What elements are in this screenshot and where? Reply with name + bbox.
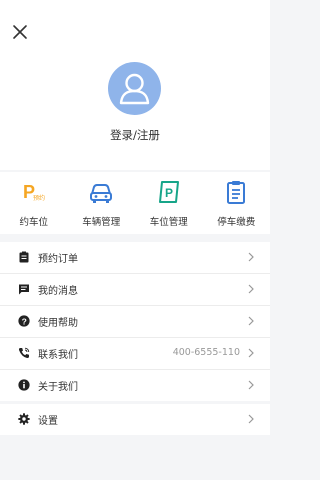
menu-item-label: 我的消息 — [38, 286, 78, 297]
help-icon: ? — [18, 315, 30, 327]
parking-space-icon: P — [158, 181, 179, 203]
close-icon[interactable] — [10, 22, 30, 42]
chevron-right-icon — [248, 316, 254, 326]
user-icon — [119, 73, 150, 105]
gear-icon — [18, 413, 30, 425]
menu-item-contact-us[interactable]: 联系我们 400-6555-110 — [0, 338, 270, 370]
menu-item-label: 预约订单 — [38, 254, 78, 265]
login-register-link[interactable]: 登录/注册 — [0, 127, 270, 143]
clipboard-icon — [19, 251, 29, 263]
quick-action-reserve-spot[interactable]: P 预约 约车位 — [0, 172, 68, 234]
chevron-right-icon — [248, 348, 254, 358]
settings-label: 设置 — [38, 416, 58, 427]
svg-text:?: ? — [22, 316, 27, 326]
info-icon — [18, 379, 30, 391]
quick-actions: P 预约 约车位 车辆管理 P 车位管理 停车缴费 — [0, 172, 270, 234]
chevron-right-icon — [248, 380, 254, 390]
menu-item-reservation-orders[interactable]: 预约订单 — [0, 242, 270, 274]
quick-action-label: 车辆管理 — [82, 217, 121, 228]
clipboard-icon — [227, 181, 246, 204]
menu-item-about-us[interactable]: 关于我们 — [0, 370, 270, 401]
quick-action-vehicle-management[interactable]: 车辆管理 — [68, 172, 136, 234]
quick-action-label: 车位管理 — [149, 217, 188, 228]
menu-item-label: 使用帮助 — [38, 318, 78, 329]
contact-phone-number: 400-6555-110 — [172, 347, 240, 358]
message-icon — [19, 284, 29, 295]
quick-action-label: 停车缴费 — [217, 217, 256, 228]
quick-action-parking-payment[interactable]: 停车缴费 — [203, 172, 271, 234]
car-icon — [90, 184, 113, 203]
chevron-right-icon — [248, 252, 254, 262]
chevron-right-icon — [248, 414, 254, 424]
parking-reserve-icon: P 预约 — [23, 182, 45, 202]
menu-item-label: 联系我们 — [38, 350, 78, 361]
profile-header: 登录/注册 — [0, 0, 270, 170]
avatar[interactable] — [108, 62, 161, 115]
svg-text:P: P — [165, 186, 173, 200]
phone-icon — [18, 347, 30, 359]
quick-action-label: 约车位 — [19, 217, 48, 228]
chevron-right-icon — [248, 284, 254, 294]
menu-item-settings[interactable]: 设置 — [0, 404, 270, 435]
menu-item-help[interactable]: ? 使用帮助 — [0, 306, 270, 338]
menu-list: 预约订单 我的消息 ? 使用帮助 联系我们 400-6555-110 关于我们 — [0, 242, 270, 401]
menu-item-label: 关于我们 — [38, 382, 78, 393]
menu-item-my-messages[interactable]: 我的消息 — [0, 274, 270, 306]
svg-text:预约: 预约 — [33, 194, 45, 202]
quick-action-space-management[interactable]: P 车位管理 — [135, 172, 203, 234]
